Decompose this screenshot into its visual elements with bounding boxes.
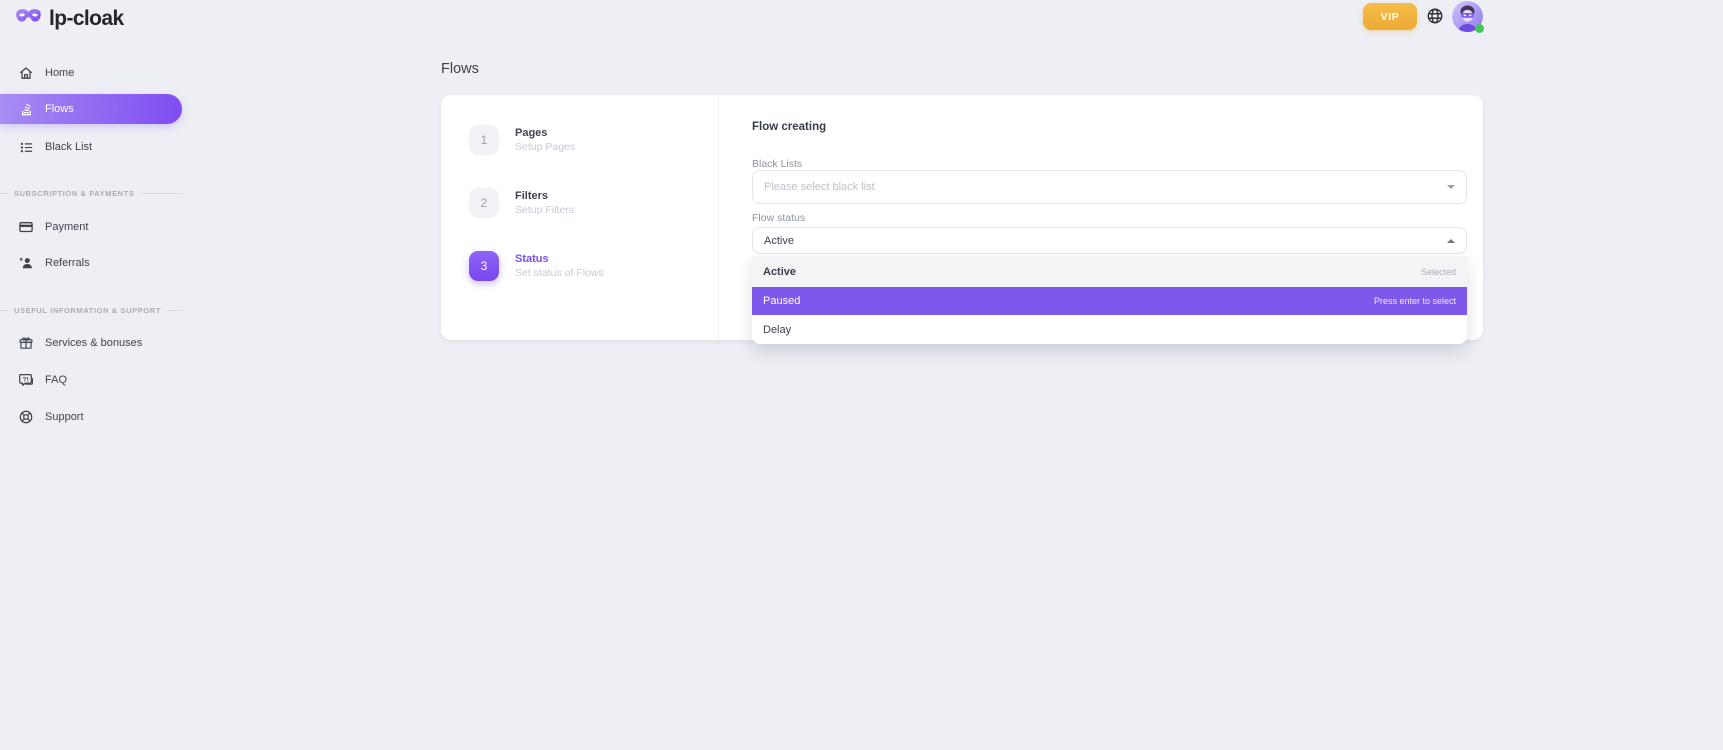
sidebar-item-black-list[interactable]: Black List [0,133,182,161]
sidebar-item-services[interactable]: Services & bonuses [0,329,182,357]
option-active[interactable]: Active Selected [752,256,1467,287]
option-hint-selected: Selected [1421,267,1456,277]
step-status[interactable]: 3 Status Set status of Flows [469,251,699,281]
step-subtitle: Set status of Flows [515,266,604,281]
black-lists-label: Black Lists [752,158,802,170]
sidebar-section-support: USEFUL INFORMATION & SUPPORT [0,304,182,316]
option-paused[interactable]: Paused Press enter to select [752,287,1467,315]
step-pages[interactable]: 1 Pages Setup Pages [469,125,699,155]
form-title: Flow creating [752,121,826,133]
sidebar-item-home[interactable]: Home [0,59,182,87]
flows-stack-icon [18,101,34,117]
step-filters[interactable]: 2 Filters Setup Filters [469,188,699,218]
sidebar-item-payment[interactable]: Payment [0,213,182,241]
sidebar-item-label: Payment [45,221,88,233]
sidebar-item-label: Home [45,67,74,79]
sidebar-item-label: Support [45,411,84,423]
sidebar-item-label: FAQ [45,374,67,386]
sidebar-item-label: Services & bonuses [45,337,142,349]
step-text: Pages Setup Pages [515,125,575,155]
flow-status-value: Active [764,235,794,247]
black-lists-select[interactable]: Please select black list [752,170,1467,204]
option-label: Paused [763,295,800,307]
brand-logo[interactable]: lp-cloak [15,6,124,32]
option-label: Delay [763,324,791,336]
online-status-dot [1475,24,1484,33]
sidebar: lp-cloak Home Flows [0,0,200,750]
blacklist-icon [18,139,34,155]
avatar[interactable] [1452,1,1483,32]
sidebar-item-label: Flows [45,103,74,115]
option-hint-press-enter: Press enter to select [1374,296,1456,306]
home-icon [18,65,34,81]
flow-status-label: Flow status [752,212,805,224]
step-title: Status [515,252,604,266]
option-delay[interactable]: Delay [752,315,1467,344]
section-title: SUBSCRIPTION & PAYMENTS [14,189,134,198]
steps-panel: 1 Pages Setup Pages 2 Filters Setup Filt… [441,95,719,340]
step-text: Filters Setup Filters [515,188,574,218]
sidebar-section-subscription: SUBSCRIPTION & PAYMENTS [0,187,182,199]
sidebar-item-label: Referrals [45,257,90,269]
sidebar-item-flows[interactable]: Flows [0,94,182,124]
step-title: Filters [515,189,574,203]
faq-glyph: ?! [23,376,29,383]
vip-button[interactable]: VIP [1363,3,1417,30]
sidebar-item-faq[interactable]: ?! FAQ [0,366,182,394]
step-text: Status Set status of Flows [515,251,604,281]
step-number-badge: 1 [469,125,499,155]
sidebar-item-referrals[interactable]: Referrals [0,249,182,277]
flow-status-dropdown: Active Selected Paused Press enter to se… [752,256,1467,344]
step-title: Pages [515,126,575,140]
step-subtitle: Setup Pages [515,140,575,155]
option-label: Active [763,266,796,278]
payment-card-icon [18,219,34,235]
flow-wizard-card: 1 Pages Setup Pages 2 Filters Setup Filt… [441,95,1483,340]
caret-down-icon [1447,185,1455,189]
gift-icon [18,335,34,351]
section-title: USEFUL INFORMATION & SUPPORT [14,306,161,315]
sidebar-item-support[interactable]: Support [0,403,182,431]
step-number-badge: 2 [469,188,499,218]
lifebuoy-icon [18,409,34,425]
flow-creating-form: Flow creating Black Lists Please select … [719,95,1483,340]
black-lists-placeholder: Please select black list [764,181,875,193]
brand-name: lp-cloak [49,7,124,31]
mask-icon [15,6,42,32]
step-subtitle: Setup Filters [515,203,574,218]
flow-status-select[interactable]: Active [752,227,1467,254]
faq-bubble-icon: ?! [18,372,34,388]
caret-up-icon [1447,239,1455,243]
referrals-person-icon [18,255,34,271]
step-number-badge: 3 [469,251,499,281]
globe-icon[interactable] [1426,7,1444,25]
page-title: Flows [441,61,479,77]
sidebar-item-label: Black List [45,141,92,153]
